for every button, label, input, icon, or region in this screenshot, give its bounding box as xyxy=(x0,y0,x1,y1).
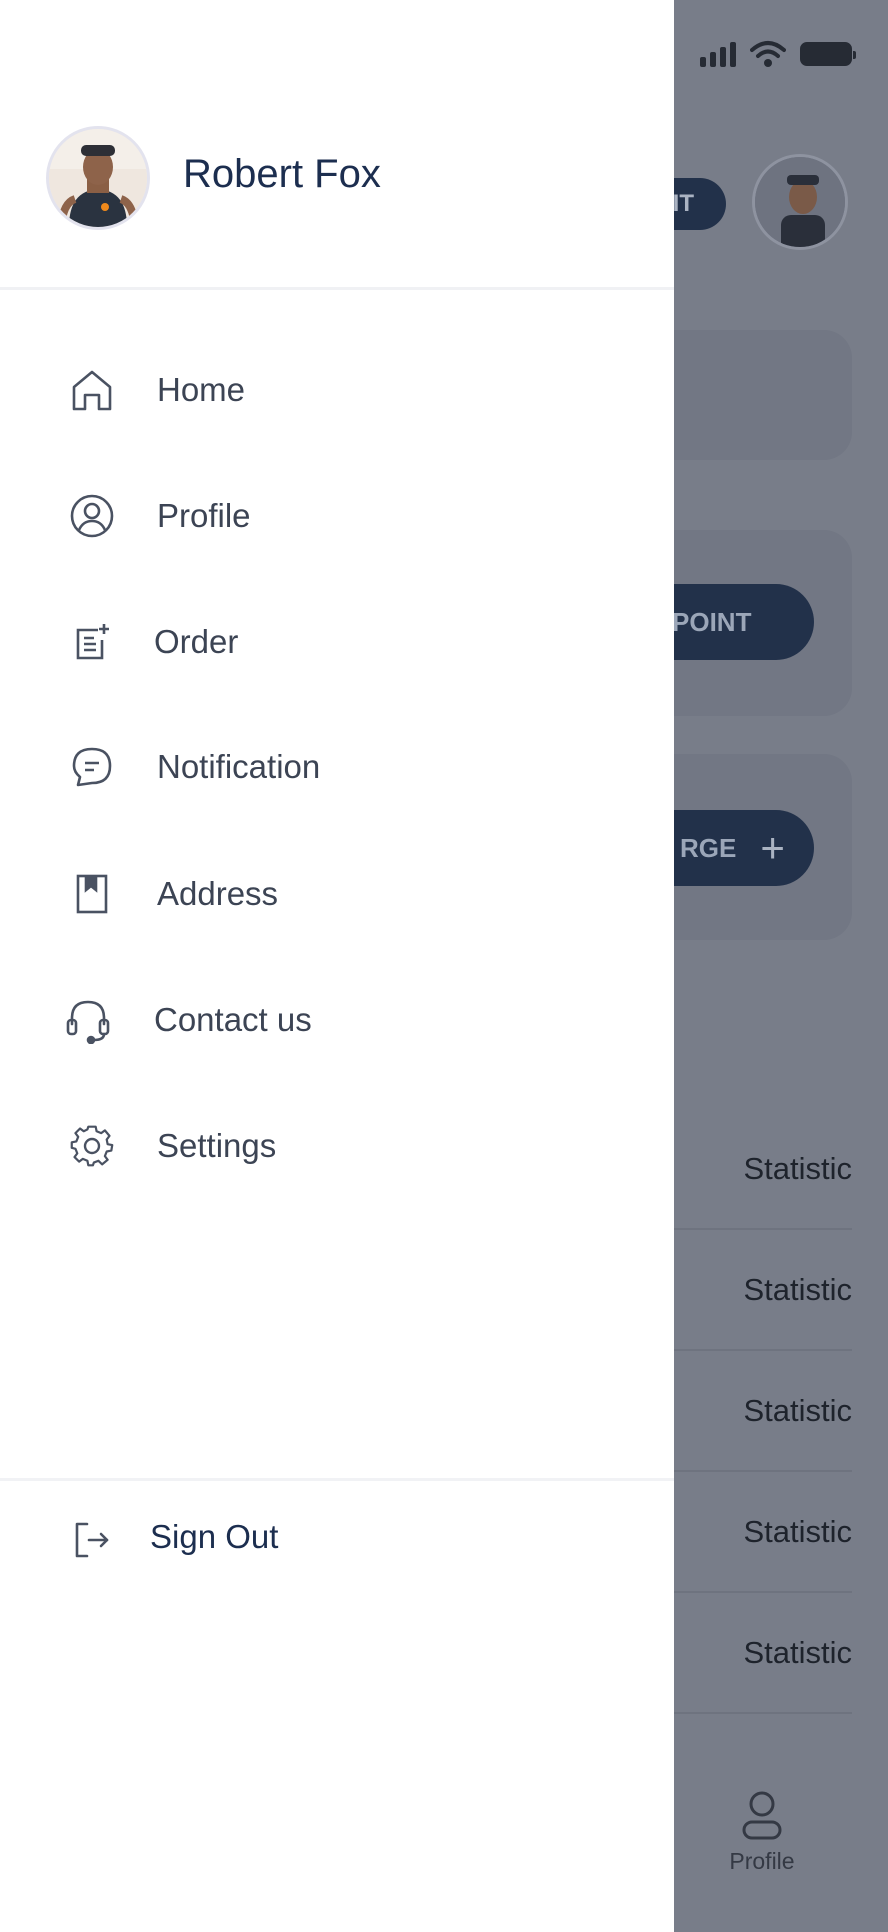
menu-item-label: Contact us xyxy=(154,1001,312,1038)
menu-item-contact-us[interactable]: Contact us xyxy=(0,965,674,1075)
menu-item-profile[interactable]: Profile xyxy=(0,461,674,571)
menu-item-label: Order xyxy=(154,623,239,660)
avatar[interactable] xyxy=(46,126,150,230)
bg-charge-label: RGE xyxy=(680,832,737,863)
status-bar xyxy=(700,40,856,68)
wifi-icon xyxy=(750,41,786,67)
bookmark-icon xyxy=(64,866,120,922)
order-icon xyxy=(64,614,120,670)
menu-item-label: Notification xyxy=(157,748,321,785)
headset-icon xyxy=(60,992,116,1048)
bg-avatar xyxy=(752,154,848,250)
profile-icon xyxy=(64,488,120,544)
navigation-drawer: Robert Fox Home Profile Order Notificati… xyxy=(0,0,674,1932)
user-icon xyxy=(742,1791,782,1840)
divider xyxy=(0,1478,674,1481)
menu-item-label: Address xyxy=(157,875,279,912)
menu-item-order[interactable]: Order xyxy=(0,587,674,697)
user-name: Robert Fox xyxy=(183,152,381,196)
menu-item-home[interactable]: Home xyxy=(0,335,674,445)
bg-point-label: POINT xyxy=(672,606,752,637)
gear-icon xyxy=(64,1118,120,1174)
sign-out-label: Sign Out xyxy=(150,1518,279,1555)
home-icon xyxy=(64,362,120,418)
plus-icon: + xyxy=(760,824,785,871)
menu-item-label: Profile xyxy=(157,497,251,534)
menu-item-notification[interactable]: Notification xyxy=(0,712,674,822)
bg-tab-profile: Profile xyxy=(712,1790,812,1875)
menu-item-label: Home xyxy=(157,371,246,408)
sign-out-button[interactable]: Sign Out xyxy=(0,1488,674,1596)
menu-item-address[interactable]: Address xyxy=(0,839,674,949)
chat-icon xyxy=(64,739,120,795)
cellular-signal-icon xyxy=(700,41,736,67)
menu-item-label: Settings xyxy=(157,1127,277,1164)
bg-tab-profile-label: Profile xyxy=(729,1848,795,1874)
sign-out-icon xyxy=(64,1512,120,1568)
drawer-header: Robert Fox xyxy=(0,0,674,290)
battery-icon xyxy=(800,42,856,66)
menu-item-settings[interactable]: Settings xyxy=(0,1091,674,1201)
